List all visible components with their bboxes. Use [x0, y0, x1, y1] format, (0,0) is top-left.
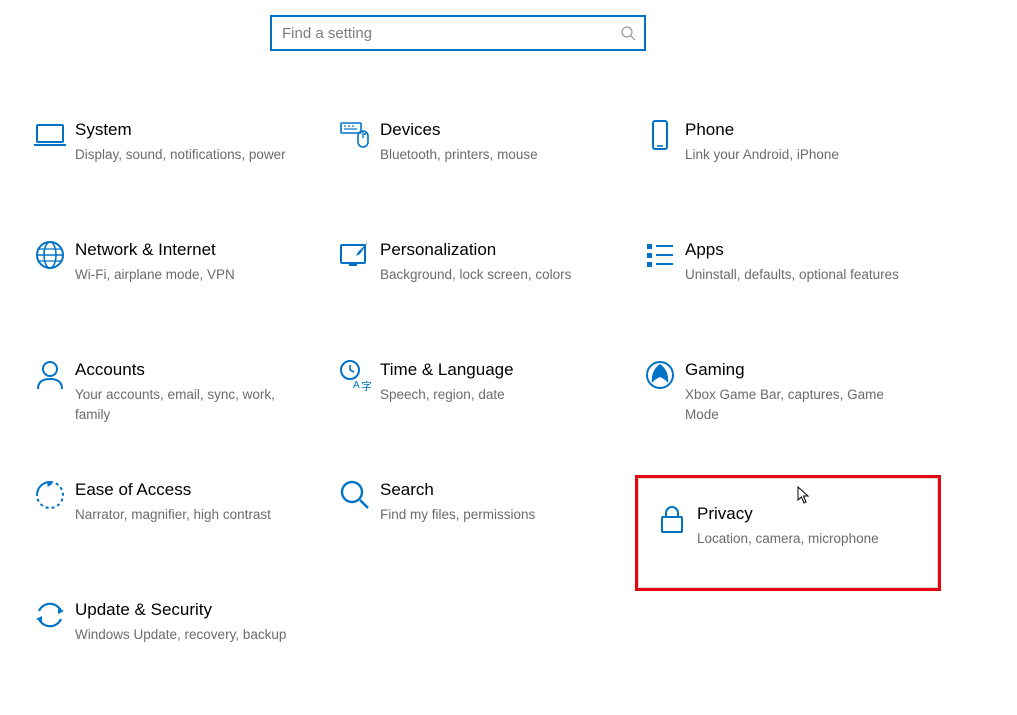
- tile-desc: Link your Android, iPhone: [685, 145, 910, 165]
- system-icon: [25, 119, 75, 159]
- search-input[interactable]: [270, 15, 646, 51]
- tile-title: Devices: [380, 119, 605, 141]
- devices-icon: [330, 119, 380, 159]
- tile-title: System: [75, 119, 300, 141]
- update-security-icon: [25, 599, 75, 639]
- lock-icon: [647, 503, 697, 543]
- tile-update-security[interactable]: Update & Security Windows Update, recove…: [25, 595, 330, 715]
- tile-system[interactable]: System Display, sound, notifications, po…: [25, 115, 330, 235]
- tile-title: Privacy: [697, 503, 907, 525]
- tile-title: Update & Security: [75, 599, 300, 621]
- accounts-icon: [25, 359, 75, 399]
- tile-desc: Display, sound, notifications, power: [75, 145, 300, 165]
- svg-text:字: 字: [361, 379, 371, 391]
- tile-accounts[interactable]: Accounts Your accounts, email, sync, wor…: [25, 355, 330, 475]
- tile-title: Search: [380, 479, 605, 501]
- tile-devices[interactable]: Devices Bluetooth, printers, mouse: [330, 115, 635, 235]
- svg-text:A: A: [353, 380, 360, 391]
- tile-title: Apps: [685, 239, 910, 261]
- tile-title: Phone: [685, 119, 910, 141]
- tile-desc: Background, lock screen, colors: [380, 265, 605, 285]
- phone-icon: [635, 119, 685, 159]
- tile-title: Accounts: [75, 359, 300, 381]
- tile-phone[interactable]: Phone Link your Android, iPhone: [635, 115, 940, 235]
- tile-ease-of-access[interactable]: Ease of Access Narrator, magnifier, high…: [25, 475, 330, 595]
- tile-desc: Xbox Game Bar, captures, Game Mode: [685, 385, 910, 424]
- tile-desc: Narrator, magnifier, high contrast: [75, 505, 300, 525]
- search-category-icon: [330, 479, 380, 519]
- tile-personalization[interactable]: Personalization Background, lock screen,…: [330, 235, 635, 355]
- apps-icon: [635, 239, 685, 279]
- tile-title: Personalization: [380, 239, 605, 261]
- tile-network[interactable]: Network & Internet Wi-Fi, airplane mode,…: [25, 235, 330, 355]
- tile-desc: Find my files, permissions: [380, 505, 605, 525]
- tile-desc: Your accounts, email, sync, work, family: [75, 385, 300, 424]
- tile-desc: Windows Update, recovery, backup: [75, 625, 300, 645]
- time-language-icon: A 字: [330, 359, 380, 399]
- personalization-icon: [330, 239, 380, 279]
- ease-of-access-icon: [25, 479, 75, 519]
- settings-grid: System Display, sound, notifications, po…: [25, 115, 985, 715]
- tile-search[interactable]: Search Find my files, permissions: [330, 475, 635, 595]
- tile-gaming[interactable]: Gaming Xbox Game Bar, captures, Game Mod…: [635, 355, 940, 475]
- tile-desc: Speech, region, date: [380, 385, 605, 405]
- tile-desc: Location, camera, microphone: [697, 529, 907, 549]
- tile-time-language[interactable]: A 字 Time & Language Speech, region, date: [330, 355, 635, 475]
- tile-desc: Uninstall, defaults, optional features: [685, 265, 910, 285]
- search-container: [270, 15, 646, 51]
- tile-privacy[interactable]: Privacy Location, camera, microphone: [635, 475, 941, 591]
- tile-title: Ease of Access: [75, 479, 300, 501]
- tile-desc: Bluetooth, printers, mouse: [380, 145, 605, 165]
- globe-icon: [25, 239, 75, 279]
- tile-title: Time & Language: [380, 359, 605, 381]
- gaming-icon: [635, 359, 685, 399]
- tile-title: Network & Internet: [75, 239, 300, 261]
- tile-apps[interactable]: Apps Uninstall, defaults, optional featu…: [635, 235, 940, 355]
- tile-title: Gaming: [685, 359, 910, 381]
- tile-desc: Wi-Fi, airplane mode, VPN: [75, 265, 300, 285]
